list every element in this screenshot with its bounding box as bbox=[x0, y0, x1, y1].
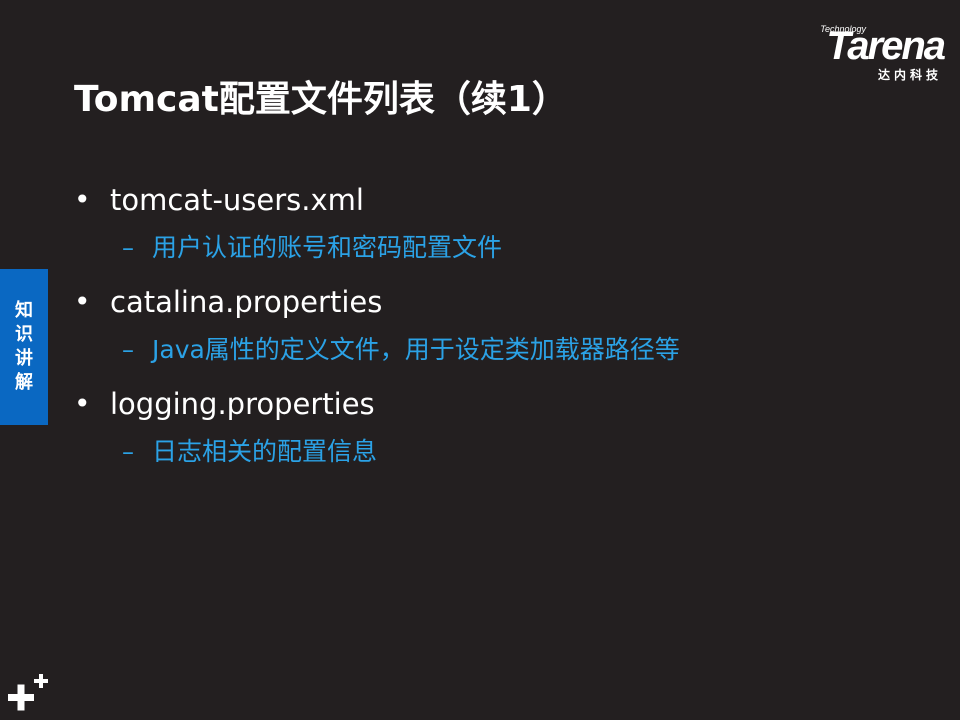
side-tab-label: 知识讲解 bbox=[15, 300, 33, 393]
sub-item: – 用户认证的账号和密码配置文件 bbox=[122, 224, 894, 278]
side-tab: 知识讲解 bbox=[0, 269, 48, 425]
logo-name: Tarena bbox=[826, 24, 946, 68]
sub-item: – 日志相关的配置信息 bbox=[122, 428, 894, 482]
logo-subtitle: 达内科技 bbox=[877, 68, 942, 82]
plus-plus-icon bbox=[8, 674, 48, 711]
list-item: • catalina.properties bbox=[74, 278, 894, 326]
list-item-text: catalina.properties bbox=[110, 285, 383, 319]
dash-icon: – bbox=[122, 336, 134, 364]
tarena-logo: Technology Tarena 达内科技 bbox=[774, 24, 946, 84]
dash-icon: – bbox=[122, 438, 134, 466]
sub-item-text: 用户认证的账号和密码配置文件 bbox=[152, 233, 503, 262]
list-item-text: tomcat-users.xml bbox=[110, 183, 364, 217]
sub-item-text: 日志相关的配置信息 bbox=[152, 437, 378, 466]
bullet-icon: • bbox=[74, 285, 91, 318]
list-item: • tomcat-users.xml bbox=[74, 176, 894, 224]
list-item-text: logging.properties bbox=[110, 387, 375, 421]
sub-item: – Java属性的定义文件，用于设定类加载器路径等 bbox=[122, 326, 894, 380]
slide-title: Tomcat配置文件列表（续1） bbox=[74, 79, 568, 120]
list-item: • logging.properties bbox=[74, 380, 894, 428]
bullet-icon: • bbox=[74, 387, 91, 420]
sub-item-text: Java属性的定义文件，用于设定类加载器路径等 bbox=[152, 335, 680, 364]
dash-icon: – bbox=[122, 234, 134, 262]
bullet-icon: • bbox=[74, 183, 91, 216]
bullet-list: • tomcat-users.xml – 用户认证的账号和密码配置文件 • ca… bbox=[74, 176, 894, 482]
